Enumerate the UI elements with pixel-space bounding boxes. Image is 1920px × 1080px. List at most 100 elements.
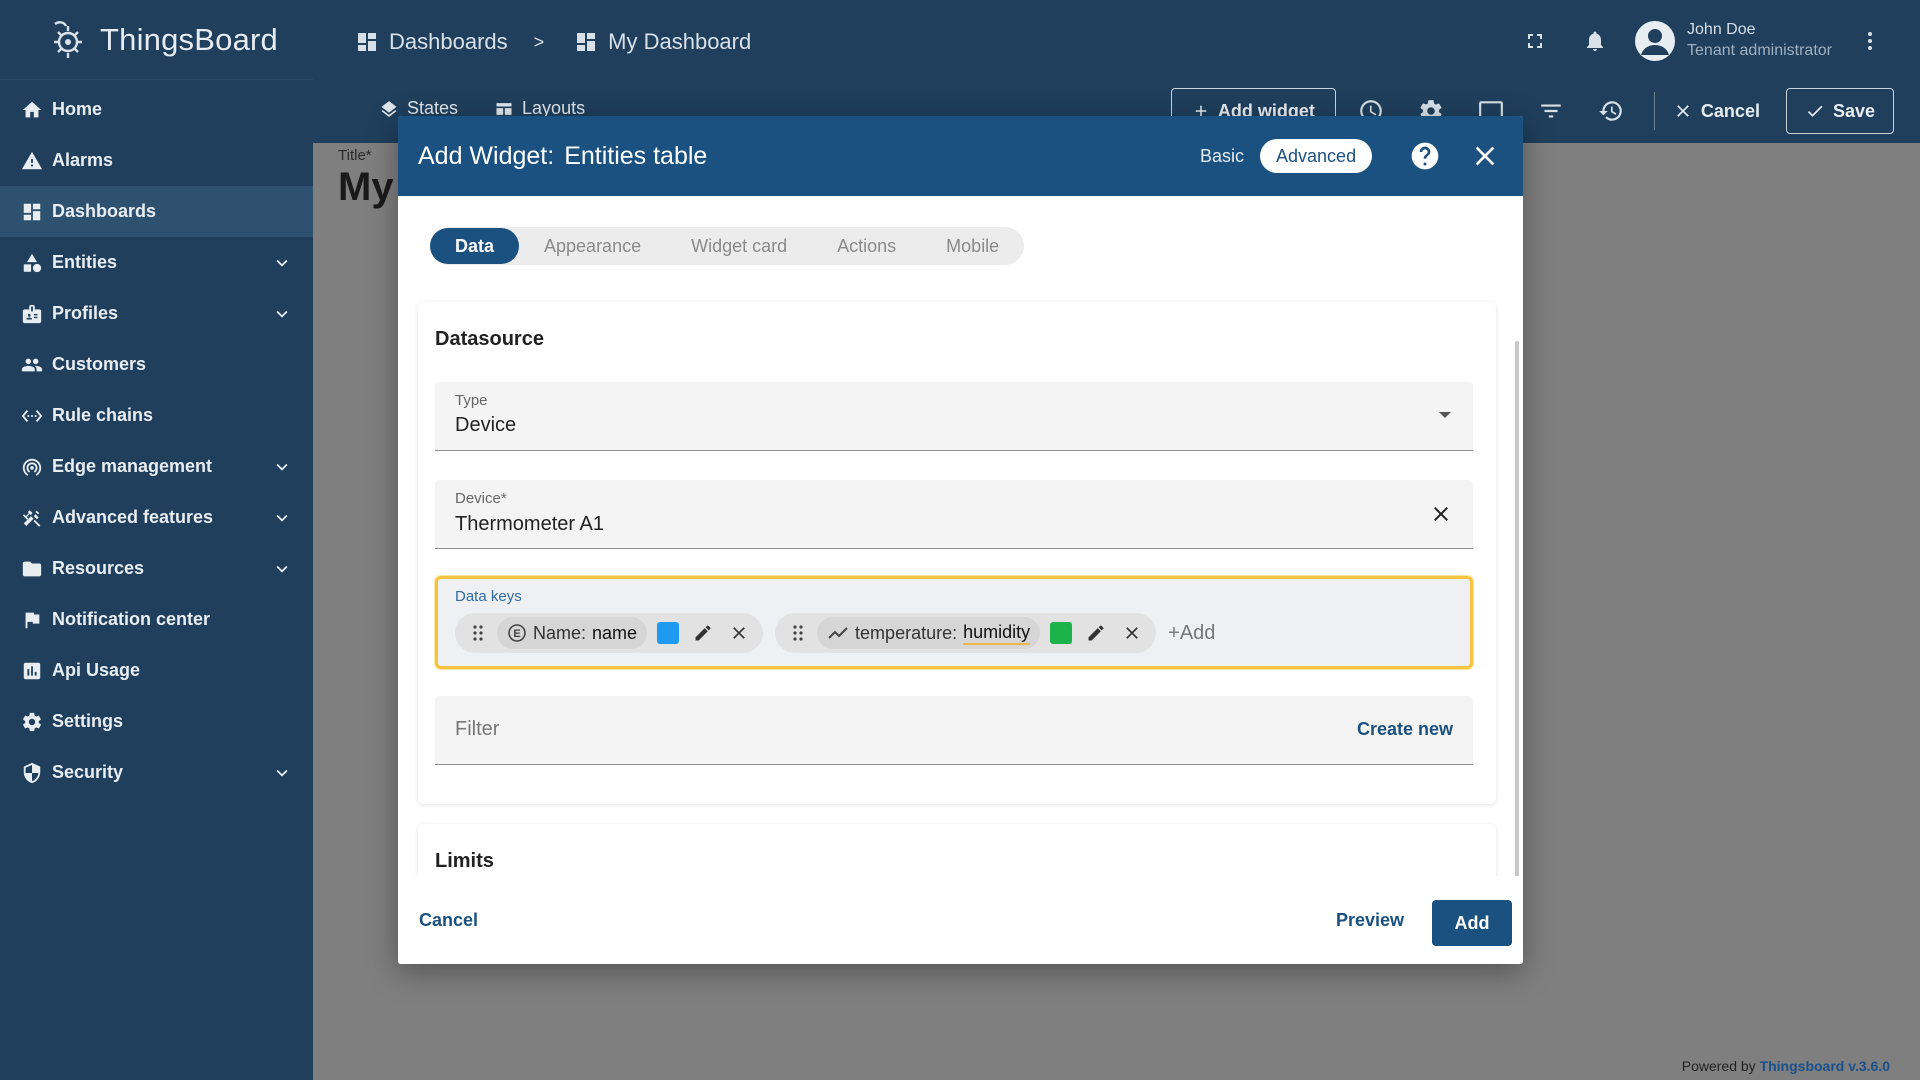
chevron-down-icon[interactable]	[271, 252, 293, 274]
badge-icon	[21, 303, 43, 325]
edit-key-button[interactable]	[691, 623, 715, 643]
data-key-color-swatch[interactable]	[657, 622, 680, 644]
thingsboard-logo-icon	[46, 18, 90, 62]
dashboard-title[interactable]: My	[338, 165, 394, 210]
add-key-input[interactable]: +Add	[1168, 622, 1215, 645]
preview-button[interactable]: Preview	[1336, 910, 1404, 931]
sidebar-item-api-usage[interactable]: Api Usage	[0, 645, 313, 696]
construction-icon	[21, 507, 43, 529]
mode-basic-option[interactable]: Basic	[1184, 139, 1260, 173]
fullscreen-button[interactable]	[1515, 21, 1555, 61]
chevron-down-icon[interactable]	[271, 456, 293, 478]
device-label: Device*	[455, 490, 507, 507]
limits-card: Limits	[418, 824, 1496, 876]
tab-widget-card[interactable]: Widget card	[666, 228, 812, 264]
sidebar-item-label: Settings	[52, 711, 124, 731]
edit-key-button[interactable]	[1084, 623, 1108, 643]
breadcrumb-dashboards[interactable]: Dashboards	[355, 29, 508, 55]
dialog-cancel-button[interactable]: Cancel	[419, 910, 478, 931]
sidebar-item-label: Advanced features	[52, 507, 214, 527]
sidebar-item-alarms[interactable]: Alarms	[0, 135, 313, 186]
tab-actions[interactable]: Actions	[812, 228, 921, 264]
sidebar-item-advanced-features[interactable]: Advanced features	[0, 492, 313, 543]
tab-data[interactable]: Data	[430, 228, 520, 264]
sidebar-item-settings[interactable]: Settings	[0, 696, 313, 747]
dialog-title-prefix: Add Widget:	[418, 141, 555, 170]
sidebar-item-entities[interactable]: Entities	[0, 237, 313, 288]
sidebar-item-label: Dashboards	[52, 201, 157, 221]
sidebar-item-label: Security	[52, 762, 124, 782]
clear-icon[interactable]	[1429, 502, 1453, 526]
save-button[interactable]: Save	[1785, 88, 1894, 134]
data-key-chip[interactable]: E Name: name	[497, 617, 648, 649]
sidebar-item-edge-management[interactable]: Edge management	[0, 441, 313, 492]
help-icon	[1409, 140, 1441, 172]
filter-placeholder: Filter	[455, 718, 500, 740]
dashboard-title-label: Title*	[338, 147, 372, 164]
dialog-close-button[interactable]	[1469, 140, 1501, 172]
remove-key-button[interactable]	[1120, 623, 1144, 643]
version-history-button[interactable]	[1586, 88, 1636, 134]
sidebar-item-dashboards[interactable]: Dashboards	[0, 186, 313, 237]
chevron-down-icon[interactable]	[271, 507, 293, 529]
sidebar-item-home[interactable]: Home	[0, 84, 313, 135]
close-icon	[1469, 140, 1501, 172]
user-name: John Doe	[1687, 21, 1756, 39]
more-menu-button[interactable]	[1850, 21, 1890, 61]
cancel-edit-button[interactable]: Cancel	[1673, 101, 1760, 122]
notifications-button[interactable]	[1575, 21, 1615, 61]
sidebar-item-label: Edge management	[52, 456, 213, 476]
sidebar-item-security[interactable]: Security	[0, 747, 313, 798]
arrow-drop-down-icon[interactable]	[1437, 410, 1453, 420]
user-info: John Doe Tenant administrator	[1687, 20, 1832, 62]
chevron-down-icon[interactable]	[271, 762, 293, 784]
insert-chart-icon	[21, 660, 43, 682]
app-logo[interactable]: ThingsBoard	[0, 0, 313, 80]
create-filter-button[interactable]: Create new	[1357, 719, 1453, 740]
drag-handle-icon[interactable]	[787, 624, 809, 642]
filter-field[interactable]: Filter Create new	[435, 696, 1473, 765]
add-button[interactable]: Add	[1432, 900, 1512, 946]
tab-appearance[interactable]: Appearance	[519, 228, 666, 264]
sidebar-item-label: Resources	[52, 558, 145, 578]
data-key-color-swatch[interactable]	[1050, 622, 1073, 644]
sidebar-item-label: Profiles	[52, 303, 119, 323]
sidebar-item-customers[interactable]: Customers	[0, 339, 313, 390]
type-select[interactable]: Type Device	[435, 382, 1473, 451]
powered-by-link[interactable]: Thingsboard v.3.6.0	[1760, 1058, 1890, 1074]
powered-by-text: Powered by	[1681, 1058, 1756, 1074]
sidebar-item-resources[interactable]: Resources	[0, 543, 313, 594]
drag-handle-icon[interactable]	[467, 624, 489, 642]
remove-key-button[interactable]	[727, 623, 751, 643]
check-icon	[1805, 101, 1825, 121]
timeseries-icon	[827, 623, 849, 643]
chevron-down-icon[interactable]	[271, 303, 293, 325]
type-label: Type	[455, 392, 488, 409]
device-autocomplete[interactable]: Device* Thermometer A1	[435, 480, 1473, 549]
people-icon	[21, 354, 43, 376]
filters-button[interactable]	[1526, 88, 1576, 134]
dialog-scrollbar[interactable]	[1515, 341, 1519, 876]
mode-advanced-option[interactable]: Advanced	[1260, 139, 1373, 173]
layers-icon	[379, 99, 399, 119]
sidebar-item-profiles[interactable]: Profiles	[0, 288, 313, 339]
mode-toggle: Basic Advanced	[1184, 138, 1373, 174]
user-menu[interactable]: John Doe Tenant administrator	[1635, 20, 1832, 62]
tab-mobile[interactable]: Mobile	[921, 228, 1024, 264]
history-icon	[1598, 98, 1624, 124]
sidebar-item-label: Api Usage	[52, 660, 141, 680]
dialog-title: Add Widget: Entities table	[418, 142, 707, 171]
sidebar-item-notification-center[interactable]: Notification center	[0, 594, 313, 645]
flag-icon	[21, 609, 43, 631]
dashboard-icon	[21, 201, 43, 223]
chevron-down-icon[interactable]	[271, 558, 293, 580]
app-name: ThingsBoard	[100, 21, 278, 57]
help-button[interactable]	[1409, 140, 1441, 172]
bell-icon	[1583, 29, 1607, 53]
sidebar-item-rule-chains[interactable]: Rule chains	[0, 390, 313, 441]
data-keys-field[interactable]: Data keys E Name: name temperature: humi…	[435, 576, 1473, 669]
data-key-chip[interactable]: temperature: humidity	[817, 617, 1041, 649]
warning-icon	[21, 150, 43, 172]
user-role: Tenant administrator	[1687, 42, 1832, 59]
device-value: Thermometer A1	[455, 513, 604, 535]
